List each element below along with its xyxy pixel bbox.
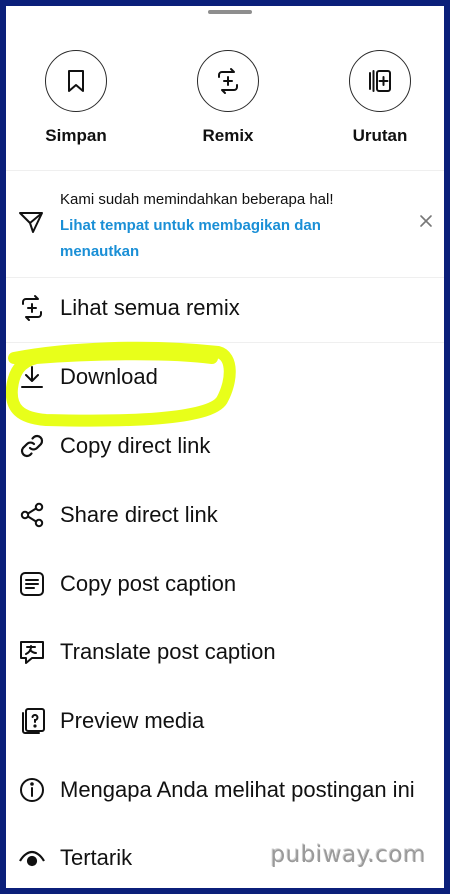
- sequence-button[interactable]: Urutan: [330, 50, 430, 146]
- menu-item-copy-caption[interactable]: Copy post caption: [6, 551, 444, 617]
- remix-icon: [18, 294, 46, 322]
- notice-text: Kami sudah memindahkan beberapa hal!: [60, 191, 334, 208]
- watermark: pubiway.com: [270, 842, 426, 868]
- notice-link[interactable]: Lihat tempat untuk membagikan dan menaut…: [60, 213, 380, 265]
- save-button[interactable]: Simpan: [26, 50, 126, 146]
- menu-item-label: Copy direct link: [60, 433, 211, 458]
- moved-notice: Kami sudah memindahkan beberapa hal! Lih…: [6, 170, 444, 278]
- share-icon: [18, 501, 46, 529]
- menu-item-copy-link[interactable]: Copy direct link: [6, 413, 444, 479]
- send-icon: [18, 209, 44, 240]
- preview-icon: [18, 707, 46, 735]
- menu-item-translate-caption[interactable]: Translate post caption: [6, 619, 444, 685]
- download-icon: [18, 363, 46, 391]
- close-icon[interactable]: [416, 211, 436, 231]
- link-icon: [18, 432, 46, 460]
- menu-item-label: Translate post caption: [60, 639, 276, 664]
- menu-item-label: Mengapa Anda melihat postingan ini: [60, 777, 415, 802]
- menu-item-label: Copy post caption: [60, 571, 237, 596]
- menu-item-label: Lihat semua remix: [60, 295, 240, 320]
- eye-icon: [18, 844, 46, 872]
- divider: [6, 342, 444, 343]
- remix-label: Remix: [202, 126, 254, 145]
- menu-item-label: Share direct link: [60, 502, 218, 527]
- menu-item-why-seeing[interactable]: Mengapa Anda melihat postingan ini: [6, 757, 444, 823]
- save-label: Simpan: [45, 126, 107, 145]
- sequence-label: Urutan: [352, 126, 408, 145]
- menu-item-label: Tertarik: [60, 845, 133, 870]
- menu-item-preview-media[interactable]: Preview media: [6, 688, 444, 754]
- menu-item-download[interactable]: Download: [6, 344, 444, 410]
- menu-item-label: Download: [60, 364, 158, 389]
- caption-icon: [18, 570, 46, 598]
- menu-item-share-link[interactable]: Share direct link: [6, 482, 444, 548]
- action-row: Simpan Remix Urutan: [6, 6, 444, 166]
- translate-icon: [18, 638, 46, 666]
- sequence-icon: [349, 50, 411, 112]
- remix-button[interactable]: Remix: [178, 50, 278, 146]
- bookmark-icon: [45, 50, 107, 112]
- menu-item-view-remixes[interactable]: Lihat semua remix: [6, 275, 444, 341]
- remix-icon: [197, 50, 259, 112]
- menu-item-label: Preview media: [60, 708, 205, 733]
- info-icon: [18, 776, 46, 804]
- bottom-sheet: Simpan Remix Urutan Kami sudah memindahk…: [6, 6, 444, 888]
